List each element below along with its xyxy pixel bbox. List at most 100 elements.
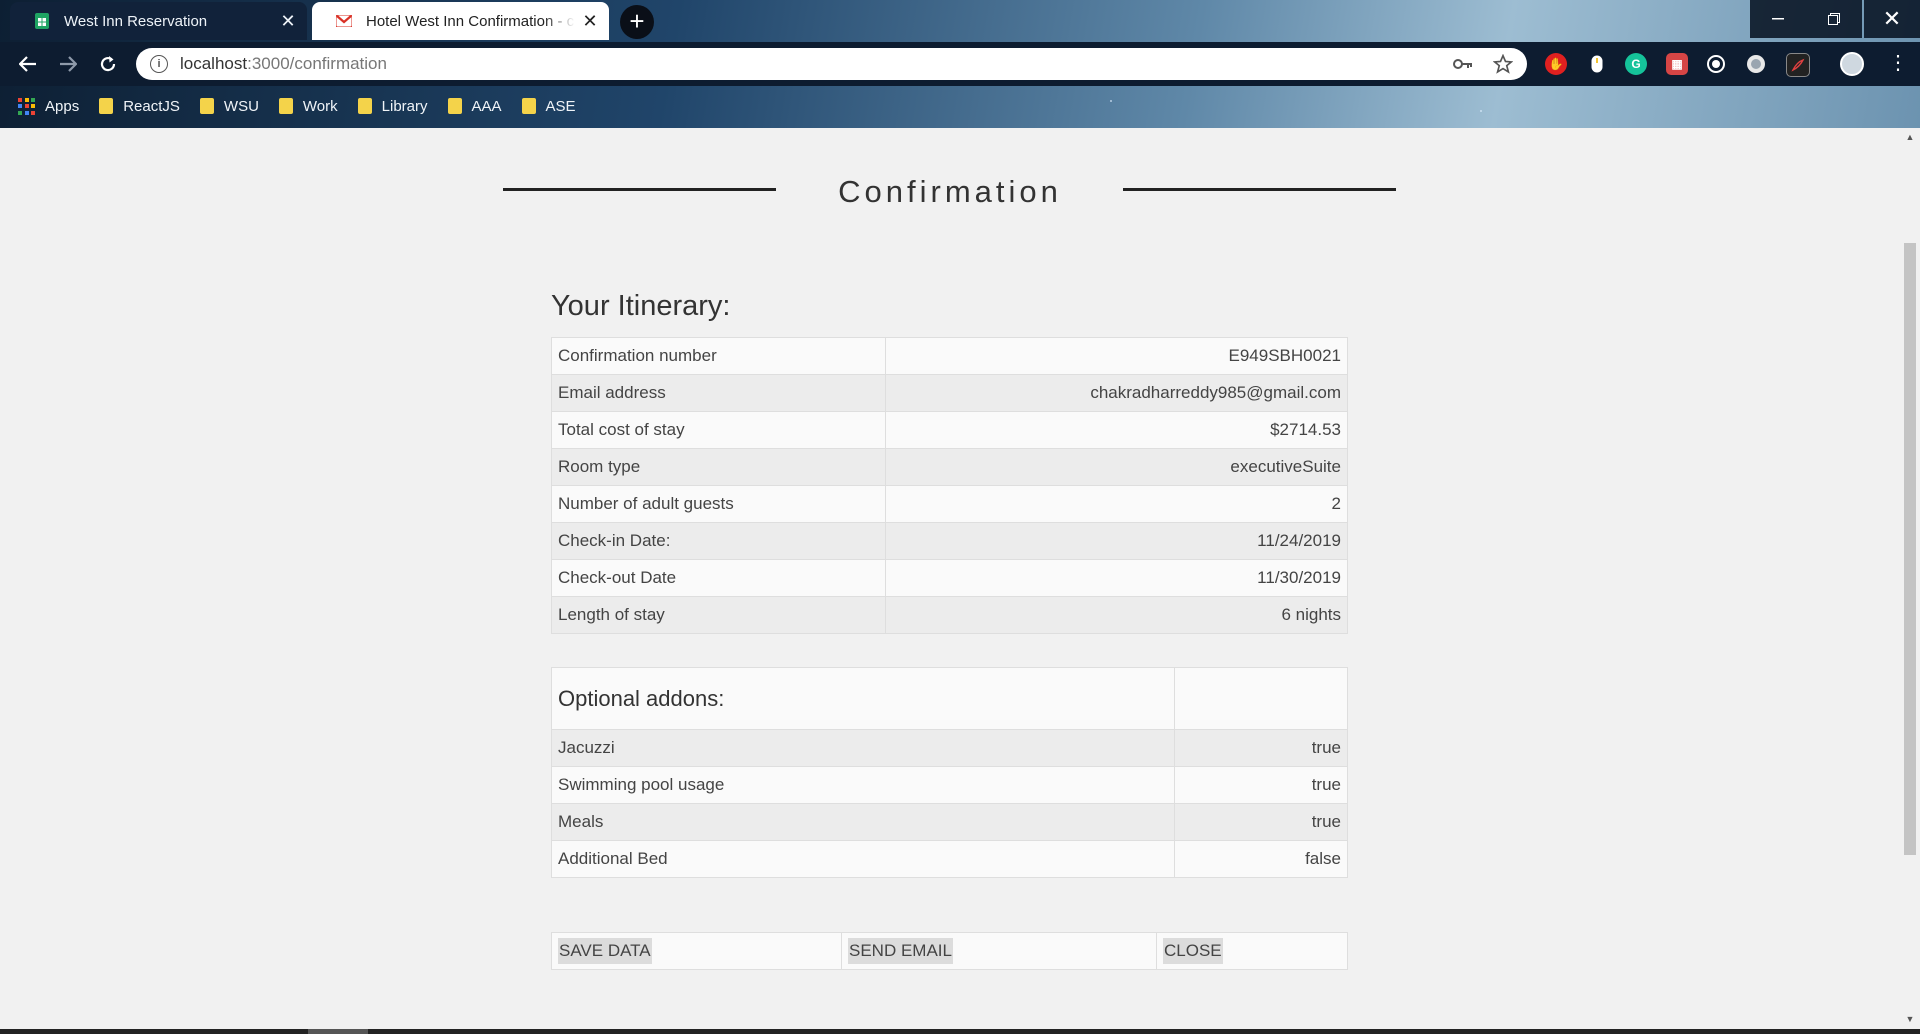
bookmark-reactjs[interactable]: ReactJS (99, 98, 180, 115)
row-value: executiveSuite (885, 448, 1348, 486)
tab-title: West Inn Reservation (64, 12, 208, 30)
address-bar[interactable]: i localhost:3000/confirmation (136, 48, 1527, 80)
url-path: :3000/confirmation (247, 54, 387, 73)
apps-grid-icon (18, 97, 35, 115)
addon-value: true (1174, 803, 1348, 841)
bookmark-label: WSU (223, 97, 259, 115)
row-label: Check-out Date (551, 559, 886, 597)
record-extension-icon[interactable] (1705, 53, 1727, 75)
tab-hotel-confirmation[interactable]: Hotel West Inn Confirmation - ch ✕ (312, 2, 609, 40)
table-row: Meals true (551, 803, 1348, 841)
taskbar-indicator (308, 1029, 368, 1034)
row-value: 6 nights (885, 596, 1348, 634)
folder-icon (447, 98, 462, 114)
mouse-extension-icon[interactable] (1586, 53, 1608, 75)
table-row: Check-in Date: 11/24/2019 (551, 522, 1348, 560)
addon-value: false (1174, 840, 1348, 878)
row-label: Check-in Date: (551, 522, 886, 560)
minimize-button[interactable] (1750, 0, 1806, 38)
bookmark-star-icon[interactable] (1493, 54, 1513, 74)
close-window-button[interactable]: ✕ (1864, 0, 1920, 38)
itinerary-table: Confirmation number E949SBH0021 Email add… (551, 337, 1348, 634)
heading-divider-right (1123, 188, 1396, 191)
back-button[interactable] (14, 50, 42, 78)
bookmark-wsu[interactable]: WSU (199, 97, 259, 115)
close-cell: CLOSE (1157, 933, 1347, 969)
table-row: Total cost of stay $2714.53 (551, 411, 1348, 449)
browser-toolbar: i localhost:3000/confirmation ✋ G ▦ ⋮ (0, 42, 1920, 86)
scroll-up-arrow-icon[interactable]: ▲ (1900, 132, 1920, 142)
row-value: 2 (885, 485, 1348, 523)
key-icon[interactable] (1453, 58, 1473, 70)
row-value: chakradharreddy985@gmail.com (885, 374, 1348, 412)
tab-title: Hotel West Inn Confirmation - ch (366, 12, 575, 30)
table-row: Swimming pool usage true (551, 766, 1348, 804)
bookmark-label: ASE (545, 97, 576, 115)
scrollbar-thumb[interactable] (1904, 243, 1916, 855)
itinerary-title: Your Itinerary: (551, 290, 731, 322)
bookmark-ase[interactable]: ASE (521, 97, 576, 115)
row-value: $2714.53 (885, 411, 1348, 449)
url-text: localhost:3000/confirmation (180, 54, 387, 74)
bookmark-label: Work (302, 97, 338, 115)
send-email-button[interactable]: SEND EMAIL (848, 938, 953, 964)
bookmark-label: ReactJS (123, 97, 180, 115)
addon-label: Meals (551, 803, 1175, 841)
bookmark-library[interactable]: Library (357, 98, 428, 115)
taskbar-edge (0, 1029, 1920, 1034)
adblock-extension-icon[interactable]: ✋ (1545, 53, 1567, 75)
table-row: Additional Bed false (551, 840, 1348, 878)
circle-extension-icon[interactable] (1745, 53, 1767, 75)
row-label: Total cost of stay (551, 411, 886, 449)
table-row: Confirmation number E949SBH0021 (551, 337, 1348, 375)
close-tab-icon[interactable]: ✕ (581, 11, 599, 32)
restore-button[interactable] (1806, 0, 1862, 38)
sheets-icon (34, 13, 50, 29)
table-row: Number of adult guests 2 (551, 485, 1348, 523)
folder-icon (357, 98, 372, 114)
gift-extension-icon[interactable]: ▦ (1666, 53, 1688, 75)
addons-header-empty (1174, 667, 1348, 730)
bookmarks-bar: Apps ReactJS WSU Work Library AAA ASE (0, 86, 1920, 126)
close-tab-icon[interactable]: ✕ (279, 11, 297, 32)
profile-avatar[interactable] (1840, 52, 1864, 76)
action-bar: SAVE DATA SEND EMAIL CLOSE (551, 932, 1348, 970)
grammarly-extension-icon[interactable]: G (1625, 53, 1647, 75)
row-value: 11/24/2019 (885, 522, 1348, 560)
table-row: Check-out Date 11/30/2019 (551, 559, 1348, 597)
bookmark-apps[interactable]: Apps (18, 97, 80, 115)
bookmark-work[interactable]: Work (278, 97, 338, 115)
row-value: 11/30/2019 (885, 559, 1348, 597)
menu-kebab-icon[interactable]: ⋮ (1888, 52, 1908, 74)
bookmark-label: Apps (45, 97, 80, 115)
forward-arrow-icon (60, 56, 77, 72)
reload-icon (100, 56, 116, 72)
row-label: Length of stay (551, 596, 886, 634)
page-title: Confirmation (838, 174, 1062, 209)
addon-label: Additional Bed (551, 840, 1175, 878)
table-row: Room type executiveSuite (551, 448, 1348, 486)
table-row: Length of stay 6 nights (551, 596, 1348, 634)
addon-label: Jacuzzi (551, 729, 1175, 767)
vertical-scrollbar[interactable]: ▲ ▼ (1900, 128, 1920, 1034)
save-cell: SAVE DATA (552, 933, 842, 969)
close-button[interactable]: CLOSE (1163, 938, 1223, 964)
new-tab-button[interactable]: + (620, 5, 654, 39)
forward-button[interactable] (54, 50, 82, 78)
bookmark-aaa[interactable]: AAA (447, 97, 502, 115)
pdf-extension-icon[interactable] (1786, 53, 1810, 77)
tab-strip: West Inn Reservation ✕ Hotel West Inn Co… (0, 0, 1920, 40)
addons-table: Optional addons: Jacuzzi true Swimming po… (551, 667, 1348, 878)
addon-value: true (1174, 766, 1348, 804)
save-data-button[interactable]: SAVE DATA (558, 938, 652, 964)
row-label: Confirmation number (551, 337, 886, 375)
tab-west-inn-reservation[interactable]: West Inn Reservation ✕ (10, 2, 307, 40)
scroll-down-arrow-icon[interactable]: ▼ (1900, 1014, 1920, 1024)
folder-icon (521, 98, 536, 114)
folder-icon (199, 98, 214, 114)
back-arrow-icon (19, 56, 36, 72)
table-row: Jacuzzi true (551, 729, 1348, 767)
site-info-icon[interactable]: i (150, 55, 168, 73)
reload-button[interactable] (94, 50, 122, 78)
bookmark-label: AAA (471, 97, 502, 115)
